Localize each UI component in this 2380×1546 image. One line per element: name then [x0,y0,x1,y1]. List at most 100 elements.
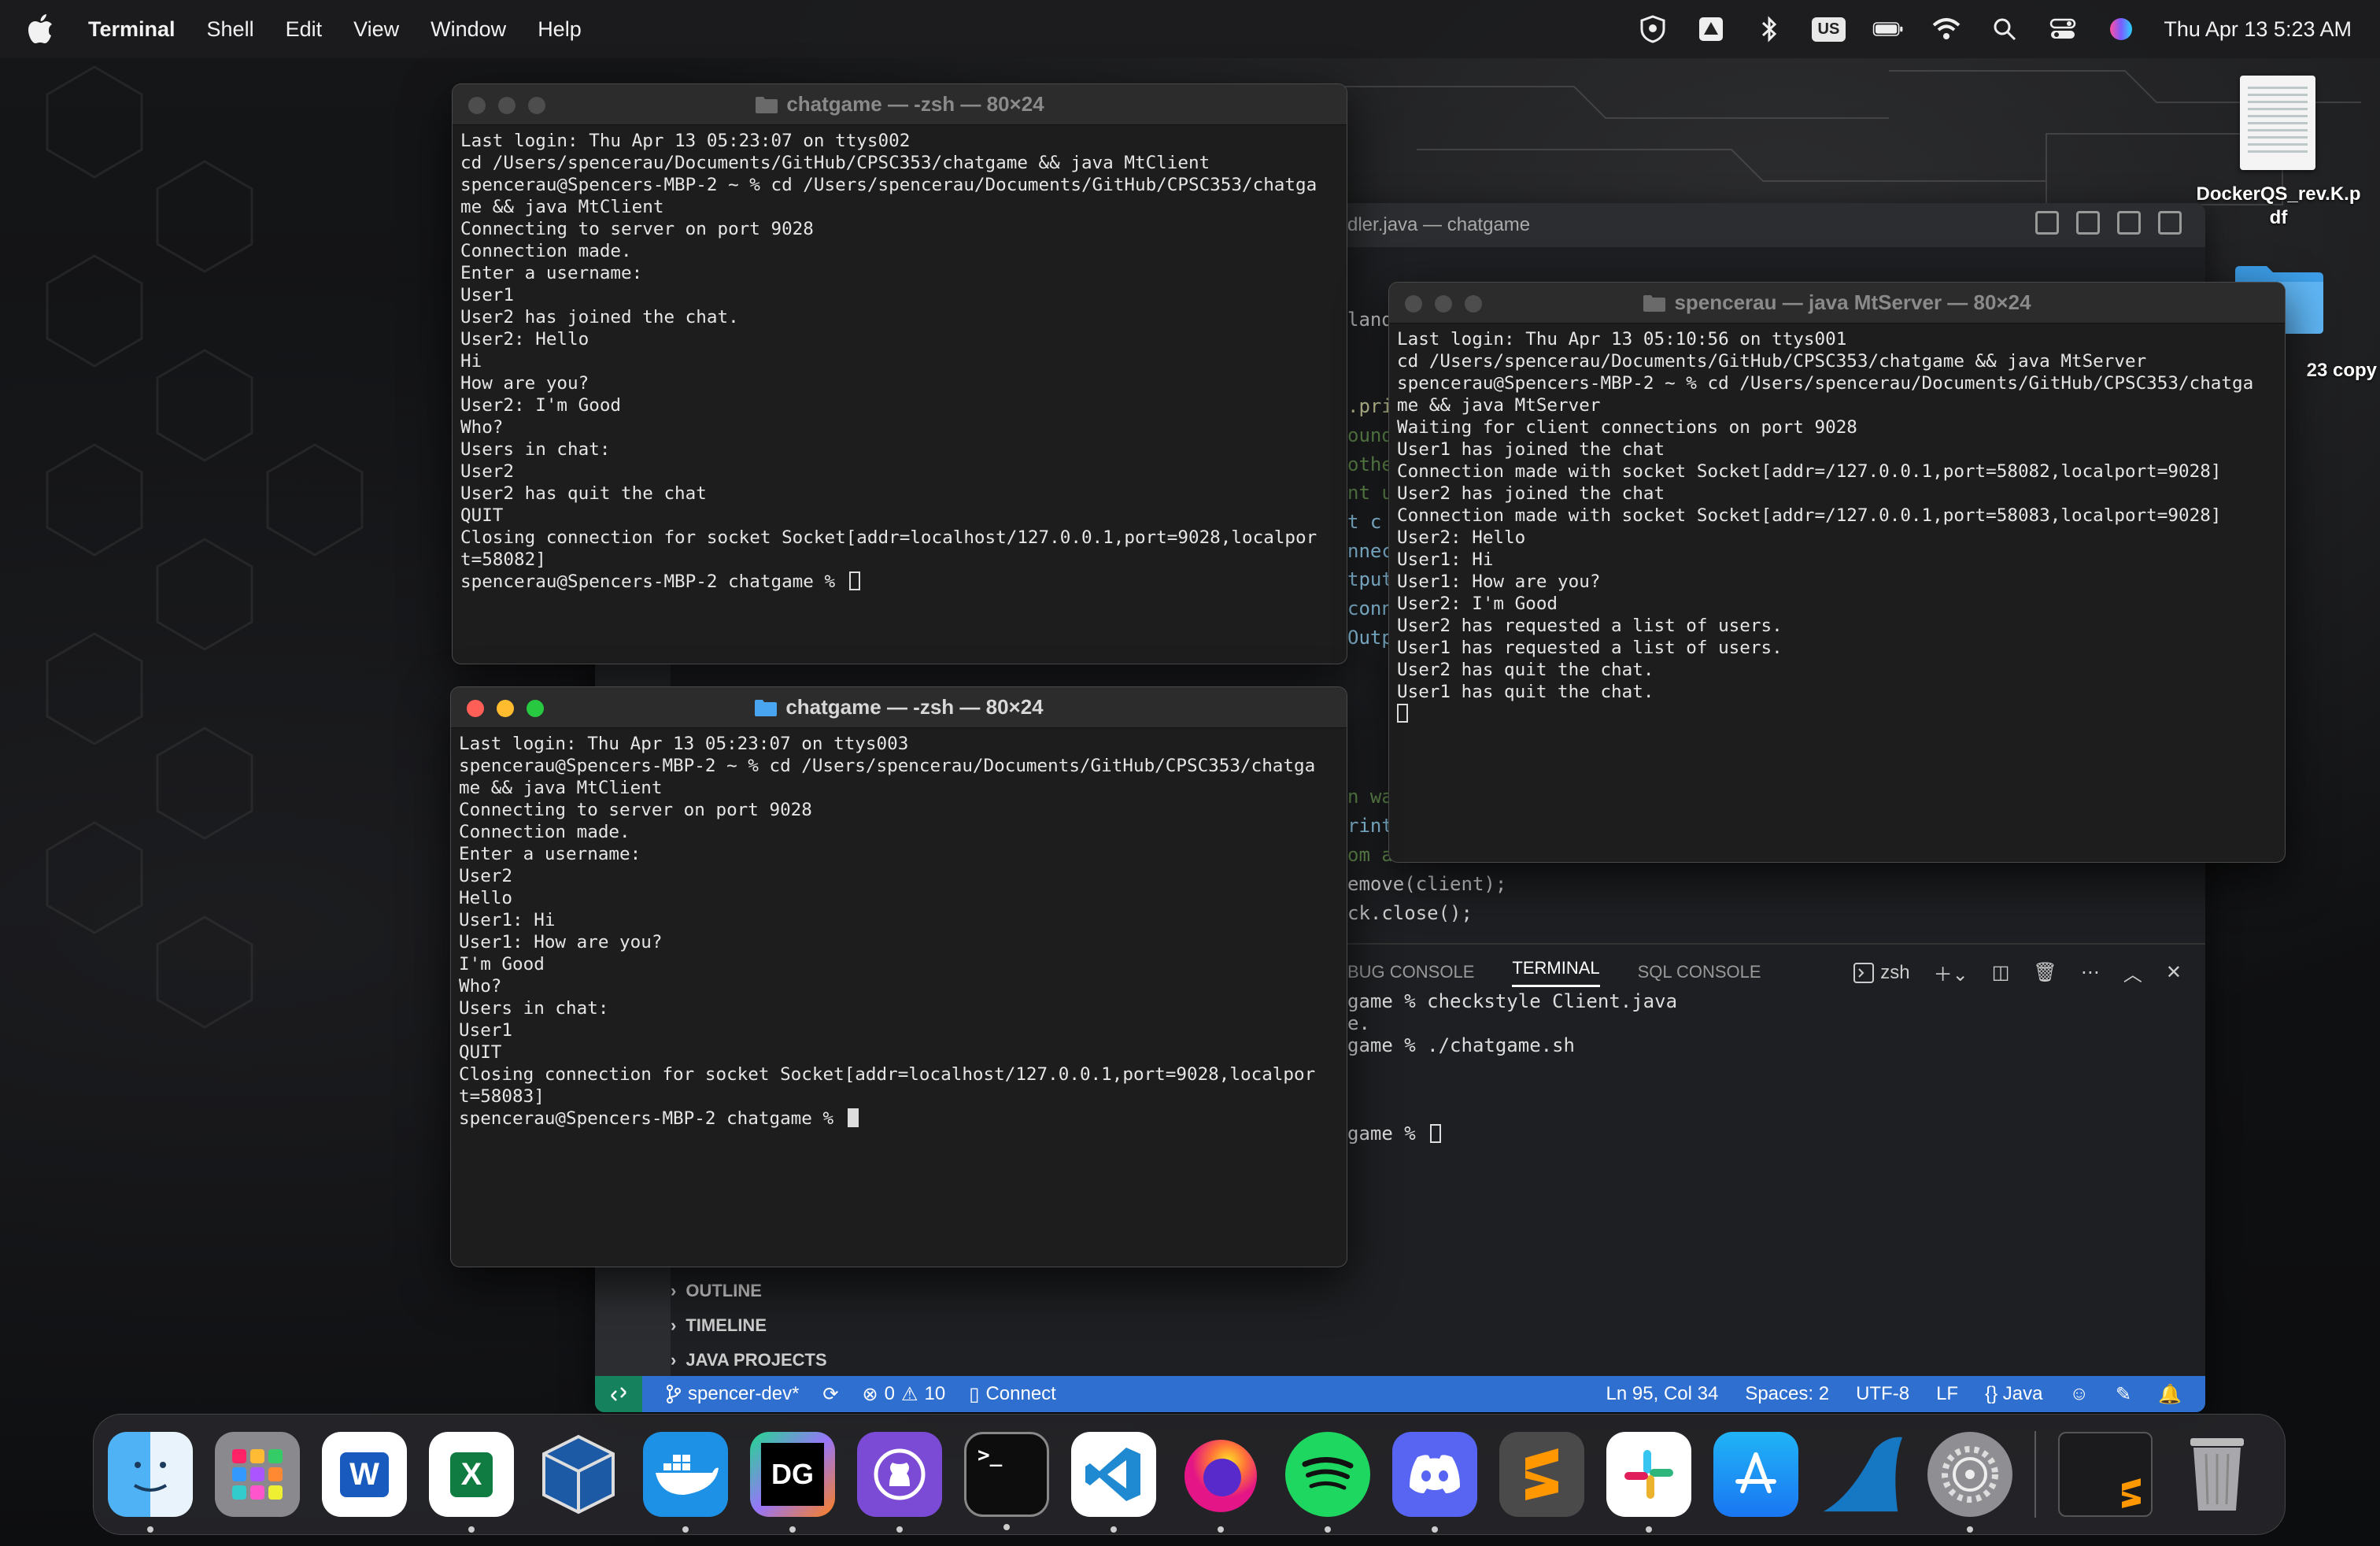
section-outline[interactable]: › OUTLINE [671,1274,1001,1308]
keyboard-layout-badge[interactable]: US [1811,17,1846,42]
close-button[interactable] [468,97,486,114]
menu-window[interactable]: Window [431,17,506,42]
menu-app-name[interactable]: Terminal [88,17,176,42]
menubar-clock[interactable]: Thu Apr 13 5:23 AM [2164,17,2352,42]
line-ending[interactable]: LF [1936,1383,1958,1406]
chevron-right-icon: › [671,1315,677,1335]
terminal-window-client1[interactable]: chatgame — -zsh — 80×24 Last login: Thu … [452,83,1347,664]
zoom-button[interactable] [1465,295,1482,313]
minimize-button[interactable] [497,700,514,717]
terminal-window-server[interactable]: spencerau — java MtServer — 80×24 Last l… [1388,282,2286,863]
terminal-output[interactable]: Last login: Thu Apr 13 05:23:07 on ttys0… [460,130,1342,659]
discord-icon[interactable] [1392,1432,1477,1533]
window-controls [467,700,544,717]
terminal-titlebar[interactable]: spencerau — java MtServer — 80×24 [1389,283,2285,324]
firefox-icon[interactable] [1178,1432,1263,1533]
drive-icon[interactable] [1695,13,1727,45]
pdf-file-icon[interactable] [2240,76,2315,170]
problems-indicator[interactable]: ⊗ 0 ⚠ 10 [863,1383,946,1406]
menu-help[interactable]: Help [538,17,582,42]
vscode-icon[interactable] [1071,1432,1156,1533]
branch-indicator[interactable]: spencer-dev* [666,1383,799,1405]
copilot-icon[interactable]: ☺ [2069,1383,2089,1406]
apple-icon[interactable] [28,13,57,45]
minimize-button[interactable] [498,97,516,114]
system-settings-icon[interactable] [1927,1432,2012,1533]
terminal-icon [1853,962,1875,983]
dock: W X DG >_ [93,1414,2286,1535]
close-panel-icon[interactable]: ✕ [2166,961,2182,984]
slack-icon[interactable] [1606,1432,1691,1533]
wifi-icon[interactable] [1931,13,1962,45]
remote-indicator[interactable] [595,1376,642,1412]
app-store-icon[interactable] [1713,1432,1798,1517]
finder-icon[interactable] [108,1432,193,1533]
bluetooth-icon[interactable] [1754,13,1785,45]
folder-icon [1643,294,1666,312]
section-timeline[interactable]: › TIMELINE [671,1308,1001,1343]
shell-prompt: spencerau@Spencers-MBP-2 chatgame % [459,1108,844,1129]
more-icon[interactable]: ⋯ [2081,961,2100,984]
chevron-right-icon: › [671,1281,677,1300]
siri-icon[interactable] [2105,13,2137,45]
zoom-button[interactable] [528,97,545,114]
menu-view[interactable]: View [353,17,399,42]
encoding[interactable]: UTF-8 [1856,1383,1909,1406]
tab-terminal[interactable]: TERMINAL [1512,958,1600,987]
panel-toolbar: zsh ＋⌄ ◫ 🗑 ⋯ ︿ ✕ [1853,959,2182,986]
datagrip-icon[interactable]: DG [750,1432,835,1533]
terminal-output[interactable]: Last login: Thu Apr 13 05:23:07 on ttys0… [459,733,1342,1262]
window-controls [468,97,545,114]
menu-shell[interactable]: Shell [207,17,254,42]
section-java-projects[interactable]: › JAVA PROJECTS [671,1343,1001,1378]
virtualbox-icon[interactable] [536,1432,621,1517]
spotify-icon[interactable] [1285,1432,1370,1533]
minimize-button[interactable] [1435,295,1452,313]
desktop-folder-label[interactable]: 23 copy [2275,359,2377,383]
toggle-panel-icon[interactable] [2076,211,2100,235]
shield-icon[interactable] [1637,13,1669,45]
folder-icon [756,96,778,113]
zoom-button[interactable] [527,700,544,717]
excel-icon[interactable]: X [429,1432,514,1533]
terminal-window-client2[interactable]: chatgame — -zsh — 80×24 Last login: Thu … [450,686,1347,1267]
connect-button[interactable]: ▯ Connect [969,1383,1056,1406]
menu-edit[interactable]: Edit [286,17,323,42]
feedback-icon[interactable]: ✎ [2116,1383,2131,1406]
shell-prompt: spencerau@Spencers-MBP-2 chatgame % [460,571,846,592]
docker-icon[interactable] [643,1432,728,1533]
language-mode[interactable]: {} Java [1985,1383,2042,1406]
battery-icon[interactable] [1872,13,1904,45]
toggle-secondary-sidebar-icon[interactable] [2117,211,2141,235]
tab-sql-console[interactable]: SQL CONSOLE [1638,962,1761,982]
notifications-bell-icon[interactable]: 🔔 [2158,1383,2182,1406]
sublime-text-icon[interactable] [1499,1432,1584,1517]
close-button[interactable] [1405,295,1422,313]
cursor-position[interactable]: Ln 95, Col 34 [1606,1383,1719,1406]
desktop-file-label[interactable]: DockerQS_rev.K.p df [2180,183,2377,230]
github-desktop-icon[interactable] [857,1432,942,1533]
control-center-icon[interactable] [2047,13,2079,45]
customize-layout-icon[interactable] [2158,211,2182,235]
terminal-icon[interactable]: >_ [964,1432,1049,1530]
terminal-title: spencerau — java MtServer — 80×24 [1674,290,2031,314]
shell-selector[interactable]: zsh [1853,962,1910,984]
maximize-panel-icon[interactable]: ︿ [2123,959,2142,986]
tab-debug-console[interactable]: BUG CONSOLE [1347,962,1474,982]
launchpad-icon[interactable] [215,1432,300,1517]
sync-icon[interactable]: ⟳ [822,1383,838,1406]
terminal-titlebar[interactable]: chatgame — -zsh — 80×24 [451,687,1347,728]
wireshark-icon[interactable] [1820,1432,1905,1517]
trash-icon[interactable] [2175,1432,2260,1517]
indentation[interactable]: Spaces: 2 [1745,1383,1829,1406]
word-icon[interactable]: W [322,1432,407,1517]
trash-icon[interactable]: 🗑 [2033,961,2057,984]
close-button[interactable] [467,700,484,717]
new-terminal-icon[interactable]: ＋⌄ [1934,959,1968,986]
toggle-sidebar-icon[interactable] [2035,211,2059,235]
minimized-window-thumbnail[interactable] [2058,1432,2153,1517]
terminal-output[interactable]: Last login: Thu Apr 13 05:10:56 on ttys0… [1397,328,2280,857]
terminal-titlebar[interactable]: chatgame — -zsh — 80×24 [453,84,1347,125]
search-icon[interactable] [1989,13,2020,45]
split-terminal-icon[interactable]: ◫ [1992,961,2010,984]
